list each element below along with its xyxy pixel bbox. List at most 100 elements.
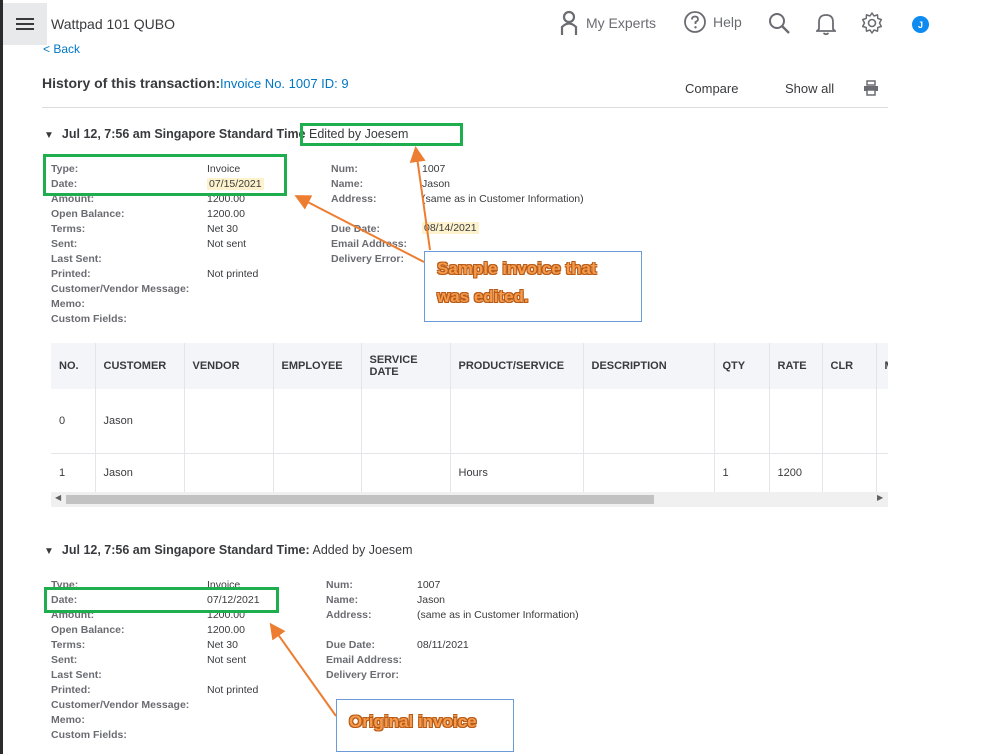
field-value: Not sent	[207, 238, 247, 250]
header-divider	[42, 107, 888, 108]
table-cell	[184, 453, 274, 492]
column-header: SERVICE DATE	[361, 343, 451, 389]
table-cell	[822, 453, 877, 492]
column-header: M S	[876, 343, 888, 389]
table-cell	[714, 389, 770, 454]
field-label: Email Address:	[331, 238, 408, 250]
field-label: Open Balance:	[51, 208, 125, 220]
field-label: Last Sent:	[51, 669, 102, 681]
table-cell	[583, 453, 715, 492]
field-label: Memo:	[51, 714, 85, 726]
field-label: Email Address:	[326, 654, 403, 666]
table-row: 0 Jason	[51, 389, 888, 454]
field-value: Not printed	[207, 268, 259, 280]
field-value: (same as in Customer Information)	[422, 193, 584, 205]
field-label: Sent:	[51, 238, 78, 250]
column-header: PRODUCT/SERVICE	[450, 343, 584, 389]
table-cell	[361, 389, 451, 454]
search-icon[interactable]	[767, 11, 791, 35]
field-label: Name:	[331, 178, 364, 190]
column-header: CUSTOMER	[95, 343, 185, 389]
table-cell	[450, 389, 584, 454]
collapse-triangle-icon[interactable]: ▼	[44, 546, 54, 557]
column-header: EMPLOYEE	[273, 343, 362, 389]
field-label: Terms:	[51, 223, 86, 235]
callout-line: was edited.	[437, 287, 529, 306]
field-label: Custom Fields:	[51, 729, 127, 741]
table-cell: 1	[51, 453, 96, 492]
field-value: Net 30	[207, 223, 238, 235]
table-cell: Hours	[450, 453, 584, 492]
field-value: 1200.00	[207, 624, 245, 636]
field-label: Sent:	[51, 654, 78, 666]
table-cell	[876, 453, 888, 492]
field-value: Not printed	[207, 684, 259, 696]
table-cell	[876, 389, 888, 454]
hamburger-menu-button[interactable]	[3, 3, 47, 45]
settings-gear-icon[interactable]	[860, 11, 884, 35]
field-value: Jason	[422, 178, 451, 190]
history-heading: History of this transaction:	[42, 75, 221, 91]
entry-added-header[interactable]: ▼ Jul 12, 7:56 am Singapore Standard Time…	[44, 543, 413, 557]
compare-button[interactable]: Compare	[685, 81, 738, 96]
line-items-table: NO. CUSTOMER VENDOR EMPLOYEE SERVICE DAT…	[51, 343, 888, 492]
table-cell	[273, 453, 362, 492]
show-all-button[interactable]: Show all	[785, 81, 834, 96]
column-header: RATE	[769, 343, 823, 389]
field-label: Customer/Vendor Message:	[51, 283, 190, 295]
table-cell: 1200	[769, 453, 823, 492]
field-value: 1007	[422, 163, 446, 175]
field-label: Open Balance:	[51, 624, 125, 636]
my-experts-label: My Experts	[586, 15, 657, 31]
annotation-box-edited-date	[43, 154, 287, 196]
field-label: Terms:	[51, 639, 86, 651]
callout-line: Sample invoice that	[437, 259, 597, 278]
field-label: Num:	[331, 163, 358, 175]
field-label: Address:	[331, 193, 377, 205]
field-label: Due Date:	[331, 223, 381, 235]
field-label: Num:	[326, 579, 353, 591]
table-cell	[361, 453, 451, 492]
field-label: Due Date:	[326, 639, 376, 651]
field-value: 1200.00	[207, 208, 245, 220]
scrollbar-thumb[interactable]	[66, 495, 654, 504]
my-experts-button[interactable]: My Experts	[558, 10, 656, 36]
back-link[interactable]: < Back	[43, 42, 80, 56]
field-value: (same as in Customer Information)	[417, 609, 579, 621]
table-cell	[822, 389, 877, 454]
collapse-triangle-icon[interactable]: ▼	[44, 130, 54, 141]
callout-original-invoice: Original invoice	[336, 699, 514, 752]
entry-action: Added by Joesem	[312, 543, 413, 557]
print-icon[interactable]	[863, 80, 879, 96]
field-value: Net 30	[207, 639, 238, 651]
table-cell: 0	[51, 389, 96, 454]
entry-timestamp: Jul 12, 7:56 am Singapore Standard Time:	[61, 543, 310, 557]
experts-icon	[560, 10, 578, 35]
invoice-link[interactable]: Invoice No. 1007 ID: 9	[220, 76, 349, 91]
help-icon	[684, 11, 706, 33]
field-label: Address:	[326, 609, 372, 621]
field-value: Not sent	[207, 654, 247, 666]
column-header: NO.	[51, 343, 96, 389]
scroll-left-icon[interactable]: ◀	[55, 493, 61, 502]
left-edge-rule	[0, 0, 3, 754]
notifications-bell-icon[interactable]	[816, 12, 836, 36]
help-button[interactable]: Help	[683, 10, 742, 34]
field-label: Delivery Error:	[331, 253, 404, 265]
field-label: Last Sent:	[51, 253, 102, 265]
scroll-right-icon[interactable]: ▶	[877, 493, 883, 502]
field-value: 08/11/2021	[417, 639, 469, 651]
table-cell	[184, 389, 274, 454]
field-label: Custom Fields:	[51, 313, 127, 325]
field-value: Jason	[417, 594, 446, 606]
annotation-box-edited-by	[300, 123, 463, 146]
table-cell	[583, 389, 715, 454]
column-header: QTY	[714, 343, 770, 389]
company-name: Wattpad 101 QUBO	[51, 16, 175, 32]
column-header: DESCRIPTION	[583, 343, 715, 389]
user-avatar[interactable]: J	[912, 16, 929, 33]
table-cell: 1	[714, 453, 770, 492]
field-label: Memo:	[51, 298, 85, 310]
entry-timestamp: Jul 12, 7:56 am Singapore Standard Time	[61, 127, 306, 141]
field-label: Delivery Error:	[326, 669, 399, 681]
